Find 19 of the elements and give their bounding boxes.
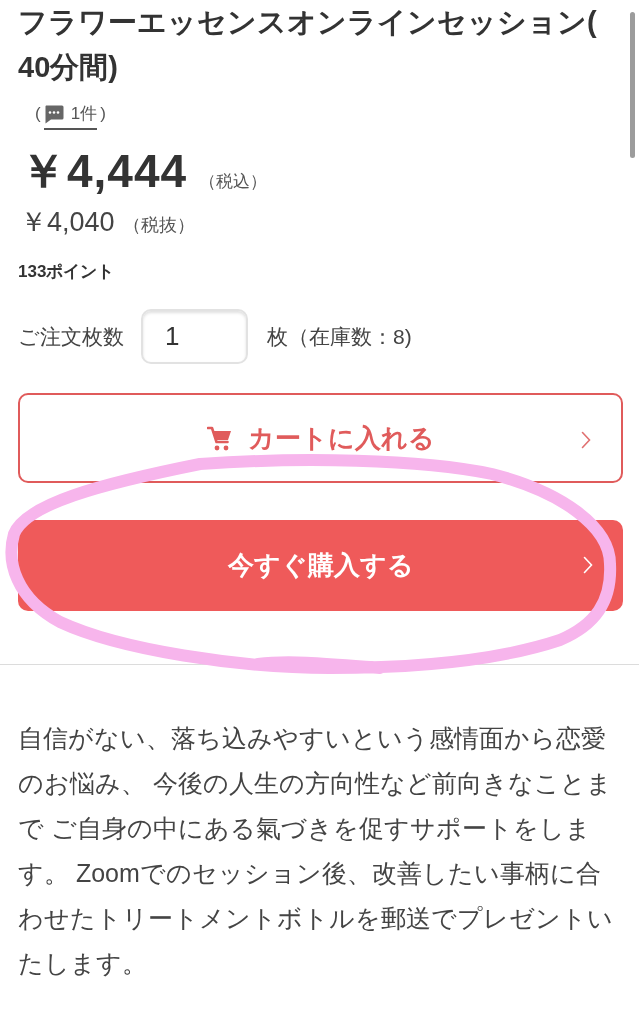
tax-note-text: （税込） — [199, 171, 268, 193]
comment-icon — [43, 104, 64, 124]
add-to-cart-button[interactable]: カートに入れる — [18, 393, 623, 483]
cart-icon — [206, 424, 232, 452]
review-link[interactable]: 1件 — [43, 102, 98, 130]
quantity-field[interactable]: 1 — [141, 309, 248, 364]
stock-text: 枚（在庫数：8) — [267, 323, 412, 350]
tax-note-text: （税抜） — [122, 214, 195, 237]
chevron-right-icon — [583, 556, 593, 574]
product-title: フラワーエッセンスオンラインセッション(40分間) — [18, 5, 598, 85]
price-text: ￥4,040 — [20, 206, 115, 238]
quantity-label: ご注文枚数 — [18, 323, 124, 350]
chevron-right-icon — [581, 431, 591, 449]
price-text: ￥4,444 — [20, 146, 188, 196]
bracket-text: ( — [35, 103, 41, 125]
bracket-text: ) — [100, 103, 106, 125]
description-text: 自信がない、落ち込みやすいという感情面から恋愛のお悩み、 今後の人生の方向性など前向きなことまで ご自身の中にある氣づきを促すサポートをします。 Zoomでのセッション後、改善したい事柄に合わせたトリートメントボトルを郵送でプレゼントいたします。 — [17, 723, 614, 979]
points-text: 133ポイント — [18, 261, 115, 283]
scrollbar-thumb[interactable] — [630, 12, 635, 158]
